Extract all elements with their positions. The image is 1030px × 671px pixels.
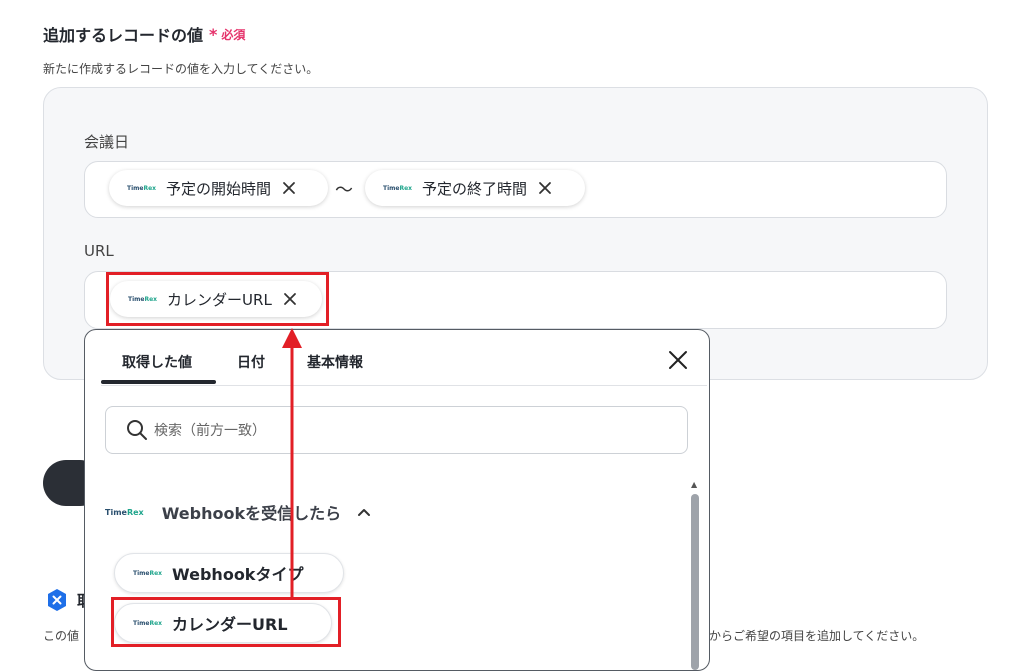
annotation-arrow <box>282 328 302 598</box>
